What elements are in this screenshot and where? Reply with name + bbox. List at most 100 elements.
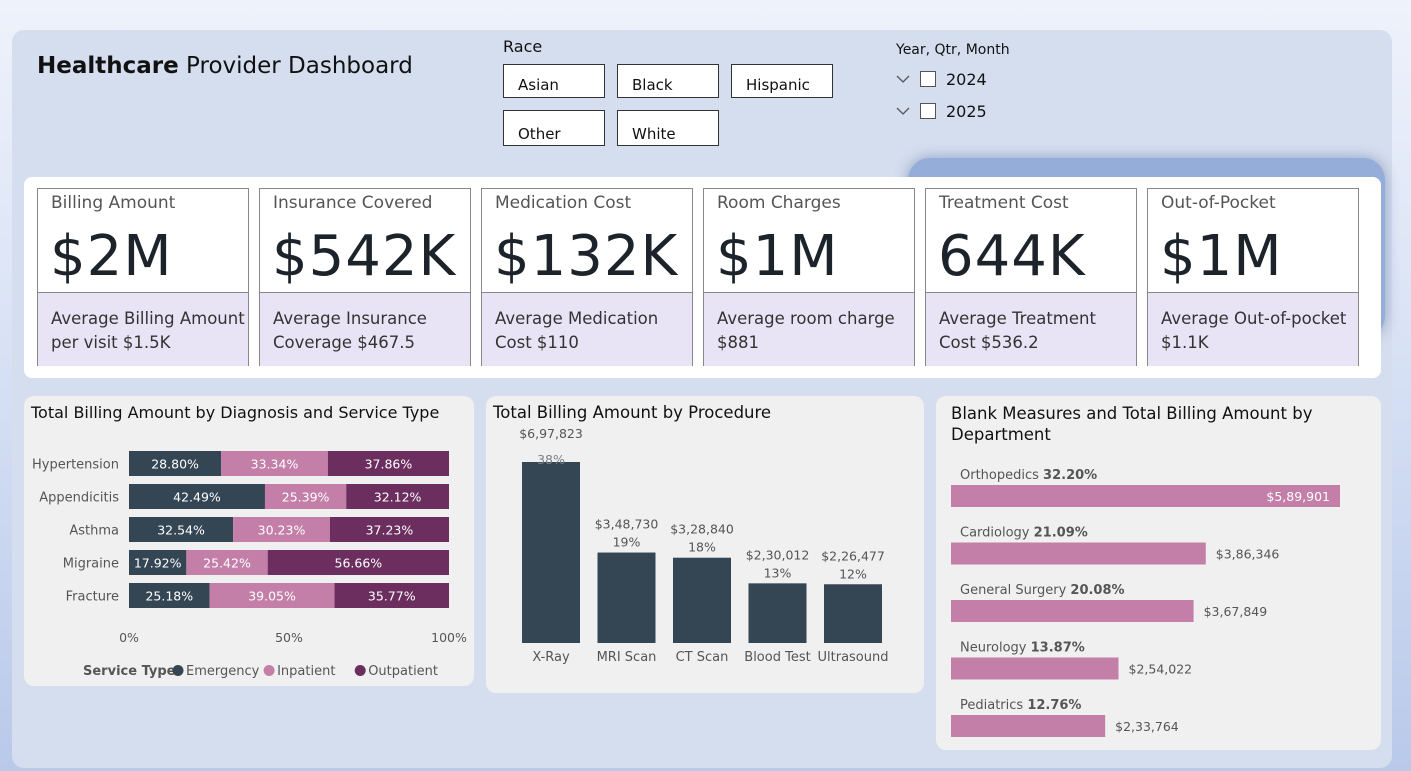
race-option-asian[interactable]: Asian xyxy=(503,64,605,98)
kpi-card-billing-amount: Billing Amount $2M Average Billing Amoun… xyxy=(37,188,249,366)
kpi-subtext: Average Insurance Coverage $467.5 xyxy=(260,292,470,366)
page-title: Healthcare Provider Dashboard xyxy=(37,53,413,79)
kpi-card-treatment-cost: Treatment Cost 644K Average Treatment Co… xyxy=(925,188,1137,366)
checkbox-2024[interactable] xyxy=(920,71,936,87)
department-percent: 32.20% xyxy=(1043,468,1097,483)
kpi-card-medication-cost: Medication Cost $132K Average Medication… xyxy=(481,188,693,366)
department-bar xyxy=(951,715,1106,737)
data-label: 30.23% xyxy=(258,523,306,538)
value-label: $3,48,730 xyxy=(595,517,659,532)
race-option-white[interactable]: White xyxy=(617,110,719,146)
category-label: Asthma xyxy=(69,524,119,539)
department-label: Cardiology 21.09% xyxy=(960,526,1088,541)
department-label: Neurology 13.87% xyxy=(960,641,1085,656)
legend-marker xyxy=(172,665,184,676)
x-tick-label: 0% xyxy=(119,630,139,645)
department-name: General Surgery xyxy=(960,583,1070,598)
department-bar xyxy=(951,657,1119,680)
chart-procedure[interactable]: $6,97,823 38% X-Ray $3,48,730 19% MRI Scan $3,… xyxy=(486,396,924,693)
checkbox-2025[interactable] xyxy=(920,103,936,119)
percent-label: 18% xyxy=(688,540,716,555)
department-percent: 12.76% xyxy=(1027,698,1081,713)
legend-label: Inpatient xyxy=(277,664,335,679)
kpi-label: Room Charges xyxy=(717,193,841,213)
race-option-black[interactable]: Black xyxy=(617,64,719,98)
kpi-label: Insurance Covered xyxy=(273,193,433,213)
procedure-bar xyxy=(522,462,580,643)
kpi-value: $542K xyxy=(272,224,457,289)
department-percent: 13.87% xyxy=(1031,641,1085,656)
value-label: $6,97,823 xyxy=(519,426,583,441)
department-name: Neurology xyxy=(960,641,1031,656)
procedure-bar xyxy=(824,584,882,643)
category-label: Ultrasound xyxy=(818,650,889,665)
data-label: 25.42% xyxy=(203,556,251,571)
data-label: 35.77% xyxy=(368,589,416,604)
department-label: General Surgery 20.08% xyxy=(960,583,1125,598)
category-label: X-Ray xyxy=(532,650,570,665)
procedure-bar xyxy=(597,552,656,643)
kpi-subtext: Average Billing Amount per visit $1.5K xyxy=(38,292,248,366)
legend-title: Service Type xyxy=(83,664,176,679)
year-row-2025[interactable]: 2025 xyxy=(896,100,987,122)
department-bar xyxy=(951,600,1194,622)
kpi-subtext: Average Medication Cost $110 xyxy=(482,292,692,366)
chart-diagnosis-service[interactable]: Hypertension 28.80% 33.34% 37.86% Appendicit… xyxy=(24,396,474,686)
percent-label: 13% xyxy=(764,565,792,580)
department-percent: 20.08% xyxy=(1070,583,1124,598)
data-label: 33.34% xyxy=(251,457,299,472)
data-label: 32.54% xyxy=(157,523,205,538)
kpi-card-room-charges: Room Charges $1M Average room charge $88… xyxy=(703,188,915,366)
category-label: Fracture xyxy=(66,590,119,605)
department-percent: 21.09% xyxy=(1034,526,1088,541)
x-tick-label: 100% xyxy=(431,630,467,645)
legend-marker xyxy=(263,665,275,676)
value-label: $2,30,012 xyxy=(746,547,810,562)
kpi-subtext: Average Out-of-pocket $1.1K xyxy=(1148,292,1358,366)
data-label: 17.92% xyxy=(134,556,182,571)
data-label: 42.49% xyxy=(173,490,221,505)
chart-department[interactable]: Orthopedics 32.20% $5,89,901 Cardiology 21… xyxy=(936,396,1381,750)
data-label: 25.18% xyxy=(145,589,193,604)
value-label: $5,89,901 xyxy=(1266,489,1330,504)
year-label-2025: 2025 xyxy=(946,101,987,121)
kpi-label: Billing Amount xyxy=(51,193,176,213)
value-label: $3,67,849 xyxy=(1204,604,1268,619)
chevron-down-icon[interactable] xyxy=(896,72,910,86)
kpi-value: $1M xyxy=(1160,224,1283,289)
kpi-card-insurance-covered: Insurance Covered $542K Average Insuranc… xyxy=(259,188,471,366)
percent-label: 19% xyxy=(613,535,641,550)
procedure-bar xyxy=(748,583,807,643)
department-name: Pediatrics xyxy=(960,698,1027,713)
legend-label: Emergency xyxy=(186,664,260,679)
year-row-2024[interactable]: 2024 xyxy=(896,68,987,90)
kpi-value: 644K xyxy=(938,224,1086,289)
data-label: 28.80% xyxy=(151,457,199,472)
department-label: Pediatrics 12.76% xyxy=(960,698,1081,713)
kpi-value: $2M xyxy=(50,224,173,289)
value-label: $3,28,840 xyxy=(670,522,734,537)
procedure-bar xyxy=(673,557,731,643)
kpi-value: $132K xyxy=(494,224,679,289)
race-option-other[interactable]: Other xyxy=(503,110,605,146)
percent-label: 12% xyxy=(839,566,867,581)
percent-label: 38% xyxy=(537,452,565,467)
value-label: $2,33,764 xyxy=(1115,719,1179,734)
data-label: 32.12% xyxy=(374,490,422,505)
category-label: Blood Test xyxy=(744,650,810,665)
category-label: MRI Scan xyxy=(597,650,657,665)
value-label: $2,54,022 xyxy=(1129,662,1193,677)
data-label: 37.86% xyxy=(365,457,413,472)
kpi-value: $1M xyxy=(716,224,839,289)
race-slicer-label: Race xyxy=(503,37,543,56)
year-slicer-label: Year, Qtr, Month xyxy=(896,42,1010,58)
category-label: Appendicitis xyxy=(39,491,119,506)
department-label: Orthopedics 32.20% xyxy=(960,468,1097,483)
department-name: Cardiology xyxy=(960,526,1034,541)
data-label: 37.23% xyxy=(366,523,414,538)
kpi-label: Treatment Cost xyxy=(939,193,1069,213)
chevron-down-icon[interactable] xyxy=(896,104,910,118)
race-option-hispanic[interactable]: Hispanic xyxy=(731,64,833,98)
kpi-card-out-of-pocket: Out-of-Pocket $1M Average Out-of-pocket … xyxy=(1147,188,1359,366)
category-label: Hypertension xyxy=(32,458,119,473)
